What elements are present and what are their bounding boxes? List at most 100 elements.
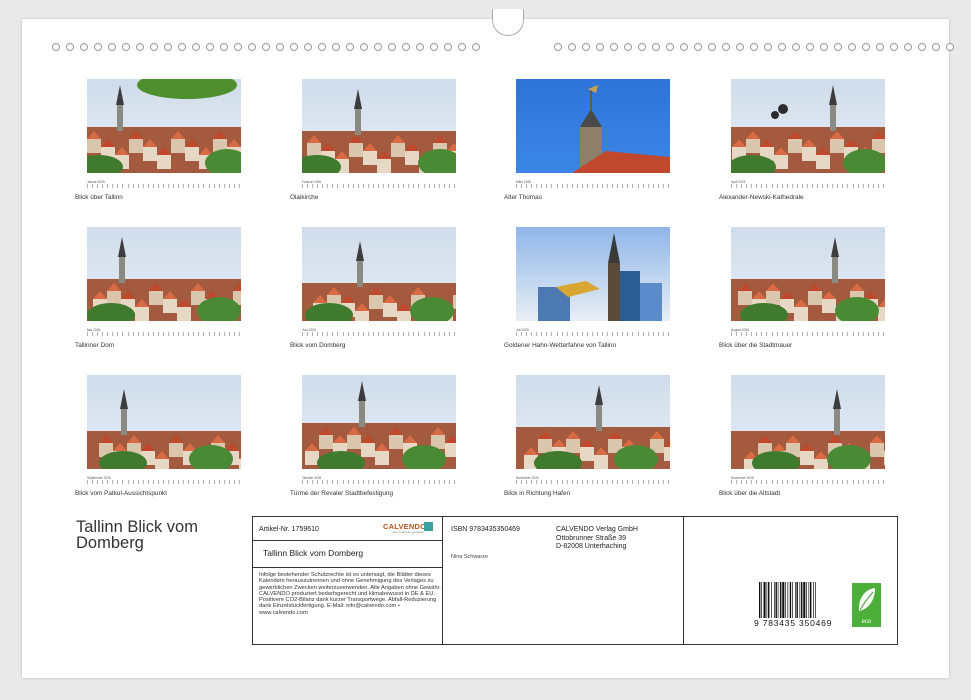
binding-hole	[52, 43, 60, 51]
day-tick	[178, 480, 180, 484]
day-tick	[332, 332, 334, 336]
day-tick	[531, 480, 533, 484]
month-photo	[302, 79, 456, 173]
day-tick	[832, 184, 834, 188]
publisher-street: Ottobrunner Straße 39	[556, 534, 627, 542]
day-tick	[786, 184, 789, 188]
day-tick	[127, 480, 130, 484]
binding-hole	[596, 43, 604, 51]
month-photo	[302, 227, 456, 321]
month-photo	[731, 79, 885, 173]
day-tick	[423, 480, 426, 484]
day-tick	[147, 332, 150, 336]
photo-caption: Blick über die Altstadt	[719, 490, 781, 497]
spiral-binding	[52, 43, 954, 55]
day-tick	[223, 480, 226, 484]
binding-hole	[108, 43, 116, 51]
photo-caption: Blick in Richtung Hafen	[504, 490, 571, 497]
day-tick	[632, 332, 634, 336]
day-tick	[812, 332, 814, 336]
day-tick	[776, 332, 779, 336]
day-tick	[97, 332, 99, 336]
day-tick	[832, 480, 834, 484]
day-tick	[531, 184, 533, 188]
day-tick	[342, 184, 345, 188]
binding-hole	[750, 43, 758, 51]
day-tick	[736, 332, 738, 336]
day-tick	[307, 480, 309, 484]
day-tick	[403, 332, 405, 336]
day-tick	[322, 332, 324, 336]
day-tick	[408, 332, 410, 336]
binding-hole	[624, 43, 632, 51]
day-tick	[408, 480, 410, 484]
day-tick	[827, 184, 829, 188]
day-tick	[526, 480, 528, 484]
day-tick	[852, 480, 855, 484]
eco-label: eco	[861, 619, 872, 625]
day-tick	[617, 332, 619, 336]
day-tick	[796, 184, 799, 188]
day-tick	[448, 184, 451, 188]
divider	[253, 567, 442, 568]
day-tick	[213, 184, 216, 188]
day-tick	[117, 184, 119, 188]
day-tick	[142, 480, 145, 484]
day-tick	[302, 184, 304, 188]
day-tick	[746, 332, 748, 336]
day-tick	[312, 332, 314, 336]
binding-hole	[206, 43, 214, 51]
day-tick	[377, 480, 380, 484]
binding-hole	[876, 43, 884, 51]
binding-hole	[778, 43, 786, 51]
day-tick	[213, 332, 216, 336]
month-photo	[731, 227, 885, 321]
binding-hole	[136, 43, 144, 51]
day-tick	[882, 184, 885, 188]
day-tick	[597, 184, 599, 188]
day-tick	[137, 480, 140, 484]
day-tick	[317, 480, 319, 484]
day-tick	[302, 480, 304, 484]
day-tick	[92, 184, 94, 188]
day-tick	[751, 480, 753, 484]
day-tick	[852, 184, 855, 188]
day-tick	[842, 480, 844, 484]
day-tick	[188, 480, 190, 484]
month-photo	[516, 375, 670, 469]
day-tick	[152, 332, 155, 336]
day-tick	[162, 184, 165, 188]
calvendo-logo-tagline: Jetzt Kalender gestalten	[392, 530, 425, 534]
day-tick	[443, 332, 446, 336]
day-tick	[756, 332, 758, 336]
day-tick	[761, 480, 763, 484]
day-tick	[617, 184, 619, 188]
binding-hole	[806, 43, 814, 51]
binding-hole	[458, 43, 466, 51]
day-tick	[781, 480, 784, 484]
day-tick	[857, 480, 860, 484]
day-tick	[551, 332, 553, 336]
day-tick	[112, 480, 114, 484]
day-tick	[132, 480, 135, 484]
day-tick	[607, 184, 609, 188]
day-tick	[233, 480, 236, 484]
publisher-address: CALVENDO Verlag GmbH Ottobrunner Straße …	[556, 526, 638, 552]
legal-notice: Infolge bestehender Schutzrechte ist es …	[259, 572, 441, 616]
day-grid	[87, 332, 241, 336]
day-tick	[791, 184, 794, 188]
day-tick	[516, 332, 518, 336]
day-tick	[842, 332, 844, 336]
day-tick	[97, 184, 99, 188]
day-tick	[87, 332, 89, 336]
day-tick	[438, 480, 441, 484]
day-tick	[443, 480, 446, 484]
day-tick	[347, 480, 350, 484]
day-tick	[541, 480, 543, 484]
day-tick	[357, 184, 360, 188]
day-tick	[188, 332, 190, 336]
day-grid	[87, 184, 241, 188]
binding-hole	[220, 43, 228, 51]
day-tick	[448, 480, 451, 484]
day-tick	[536, 184, 538, 188]
